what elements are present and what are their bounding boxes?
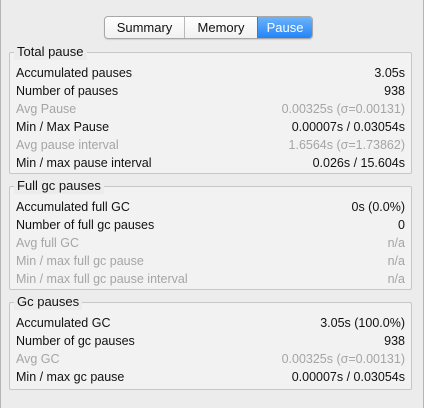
row-value: n/a [387,254,405,268]
gc-pauses-group: Gc pauses Accumulated GC 3.05s (100.0%) … [9,294,412,390]
min-max-pause-row: Min / Max Pause 0.00007s / 0.03054s [16,119,405,136]
min-max-full-gc-pause-row: Min / max full gc pause n/a [16,253,405,270]
row-label: Accumulated full GC [16,200,130,214]
pause-stats-window: Summary Memory Pause Total pause Accumul… [0,0,424,408]
total-pause-title: Total pause [14,44,87,60]
min-max-gc-pause-row: Min / max gc pause 0.00007s / 0.03054s [16,369,405,386]
row-value: 0.00325s (σ=0.00131) [281,352,405,366]
row-label: Number of gc pauses [16,334,135,348]
row-value: 938 [384,334,405,348]
avg-gc-row: Avg GC 0.00325s (σ=0.00131) [16,351,405,368]
row-label: Min / max pause interval [16,156,152,170]
row-value: n/a [387,236,405,250]
row-value: 0s (0.0%) [351,200,406,214]
row-value: 1.6564s (σ=1.73862) [288,138,405,152]
row-label: Avg Pause [16,102,77,116]
tab-summary[interactable]: Summary [105,17,184,38]
gc-pauses-title: Gc pauses [14,294,83,310]
row-value: 3.05s (100.0%) [320,316,405,330]
row-label: Avg GC [16,352,60,366]
full-gc-pauses-title: Full gc pauses [14,178,104,194]
row-value: 3.05s [374,66,405,80]
row-value: 0.00007s / 0.03054s [291,120,405,134]
row-value: 938 [384,84,405,98]
row-label: Avg full GC [16,236,79,250]
row-label: Min / max gc pause [16,370,125,384]
row-value: 0.00007s / 0.03054s [291,370,405,384]
row-label: Accumulated GC [16,316,111,330]
number-of-gc-pauses-row: Number of gc pauses 938 [16,333,405,350]
row-label: Min / max full gc pause [16,254,144,268]
row-value: 0.026s / 15.604s [312,156,405,170]
number-of-pauses-row: Number of pauses 938 [16,83,405,100]
tab-memory[interactable]: Memory [184,17,257,38]
accumulated-pauses-row: Accumulated pauses 3.05s [16,65,405,82]
tab-pause[interactable]: Pause [257,17,312,38]
row-label: Avg pause interval [16,138,119,152]
row-value: n/a [387,272,405,286]
accumulated-gc-row: Accumulated GC 3.05s (100.0%) [16,315,405,332]
min-max-pause-interval-row: Min / max pause interval 0.026s / 15.604… [16,155,405,172]
row-label: Min / Max Pause [16,120,110,134]
row-label: Min / max full gc pause interval [16,272,188,286]
row-value: 0.00325s (σ=0.00131) [281,102,405,116]
row-label: Accumulated pauses [16,66,133,80]
tab-bar: Summary Memory Pause [104,16,313,39]
accumulated-full-gc-row: Accumulated full GC 0s (0.0%) [16,199,405,216]
full-gc-pauses-group: Full gc pauses Accumulated full GC 0s (0… [9,178,412,290]
avg-pause-row: Avg Pause 0.00325s (σ=0.00131) [16,101,405,118]
total-pause-group: Total pause Accumulated pauses 3.05s Num… [9,44,412,174]
min-max-full-gc-pause-interval-row: Min / max full gc pause interval n/a [16,271,405,288]
row-value: 0 [398,218,405,232]
avg-pause-interval-row: Avg pause interval 1.6564s (σ=1.73862) [16,137,405,154]
row-label: Number of full gc pauses [16,218,155,232]
avg-full-gc-row: Avg full GC n/a [16,235,405,252]
row-label: Number of pauses [16,84,119,98]
number-of-full-gc-pauses-row: Number of full gc pauses 0 [16,217,405,234]
